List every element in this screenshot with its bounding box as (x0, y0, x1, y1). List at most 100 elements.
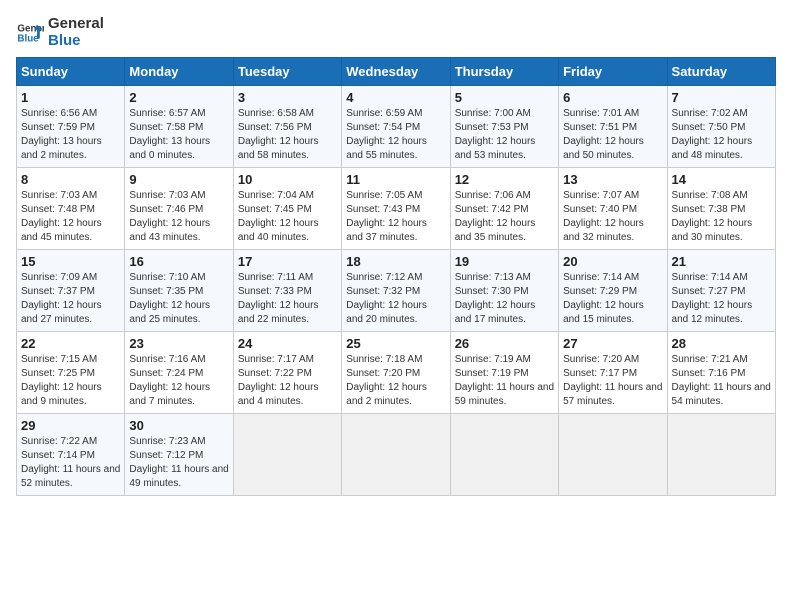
calendar-day-22: 22 Sunrise: 7:15 AMSunset: 7:25 PMDayligh… (17, 332, 125, 414)
calendar-day-19: 19 Sunrise: 7:13 AMSunset: 7:30 PMDayligh… (450, 250, 558, 332)
day-info: Sunrise: 6:59 AMSunset: 7:54 PMDaylight:… (346, 107, 445, 163)
day-number: 27 (563, 336, 662, 351)
calendar-week-3: 15Sunrise: 7:09 AMSunset: 7:37 PMDayligh… (17, 250, 776, 332)
day-number: 5 (455, 90, 554, 105)
calendar-day-30: 30 Sunrise: 7:23 AMSunset: 7:12 PMDayligh… (125, 414, 233, 496)
calendar-day-24: 24 Sunrise: 7:17 AMSunset: 7:22 PMDayligh… (233, 332, 341, 414)
calendar-day-8: 8 Sunrise: 7:03 AMSunset: 7:48 PMDaylight… (17, 168, 125, 250)
weekday-header-friday: Friday (559, 58, 667, 86)
calendar-day-12: 12 Sunrise: 7:06 AMSunset: 7:42 PMDayligh… (450, 168, 558, 250)
day-number: 3 (238, 90, 337, 105)
day-number: 28 (672, 336, 771, 351)
day-info: Sunrise: 7:16 AMSunset: 7:24 PMDaylight:… (129, 353, 228, 409)
calendar-day-23: 23Sunrise: 7:16 AMSunset: 7:24 PMDayligh… (125, 332, 233, 414)
day-number: 7 (672, 90, 771, 105)
day-info: Sunrise: 7:10 AMSunset: 7:35 PMDaylight:… (129, 271, 228, 327)
day-number: 2 (129, 90, 228, 105)
calendar-empty-cell (342, 414, 450, 496)
day-info: Sunrise: 7:13 AMSunset: 7:30 PMDaylight:… (455, 271, 554, 327)
calendar-empty-cell (233, 414, 341, 496)
calendar-day-9: 9 Sunrise: 7:03 AMSunset: 7:46 PMDaylight… (125, 168, 233, 250)
day-number: 1 (21, 90, 120, 105)
calendar-day-18: 18Sunrise: 7:12 AMSunset: 7:32 PMDayligh… (342, 250, 450, 332)
day-number: 18 (346, 254, 445, 269)
calendar-day-28: 28 Sunrise: 7:21 AMSunset: 7:16 PMDayligh… (667, 332, 775, 414)
day-info: Sunrise: 7:09 AMSunset: 7:37 PMDaylight:… (21, 271, 120, 327)
calendar-empty-cell (450, 414, 558, 496)
day-number: 24 (238, 336, 337, 351)
day-info: Sunrise: 7:02 AMSunset: 7:50 PMDaylight:… (672, 107, 771, 163)
day-info: Sunrise: 7:03 AMSunset: 7:46 PMDaylight:… (129, 189, 228, 245)
calendar-day-13: 13Sunrise: 7:07 AMSunset: 7:40 PMDayligh… (559, 168, 667, 250)
day-number: 12 (455, 172, 554, 187)
day-info: Sunrise: 7:11 AMSunset: 7:33 PMDaylight:… (238, 271, 337, 327)
logo-icon: General Blue (16, 19, 44, 47)
day-info: Sunrise: 7:00 AMSunset: 7:53 PMDaylight:… (455, 107, 554, 163)
calendar-day-2: 2 Sunrise: 6:57 AMSunset: 7:58 PMDaylight… (125, 86, 233, 168)
calendar-day-6: 6Sunrise: 7:01 AMSunset: 7:51 PMDaylight… (559, 86, 667, 168)
calendar-empty-cell (667, 414, 775, 496)
day-info: Sunrise: 7:08 AMSunset: 7:38 PMDaylight:… (672, 189, 771, 245)
day-number: 29 (21, 418, 120, 433)
weekday-header-sunday: Sunday (17, 58, 125, 86)
day-number: 22 (21, 336, 120, 351)
day-info: Sunrise: 7:15 AMSunset: 7:25 PMDaylight:… (21, 353, 120, 409)
day-info: Sunrise: 7:20 AMSunset: 7:17 PMDaylight:… (563, 353, 662, 409)
calendar-day-17: 17Sunrise: 7:11 AMSunset: 7:33 PMDayligh… (233, 250, 341, 332)
day-info: Sunrise: 6:56 AMSunset: 7:59 PMDaylight:… (21, 107, 120, 163)
day-info: Sunrise: 7:21 AMSunset: 7:16 PMDaylight:… (672, 353, 771, 409)
day-info: Sunrise: 7:03 AMSunset: 7:48 PMDaylight:… (21, 189, 120, 245)
day-number: 4 (346, 90, 445, 105)
calendar-day-1: 1 Sunrise: 6:56 AMSunset: 7:59 PMDaylight… (17, 86, 125, 168)
day-info: Sunrise: 7:19 AMSunset: 7:19 PMDaylight:… (455, 353, 554, 409)
day-number: 25 (346, 336, 445, 351)
day-info: Sunrise: 7:05 AMSunset: 7:43 PMDaylight:… (346, 189, 445, 245)
calendar-day-15: 15Sunrise: 7:09 AMSunset: 7:37 PMDayligh… (17, 250, 125, 332)
weekday-header-row: SundayMondayTuesdayWednesdayThursdayFrid… (17, 58, 776, 86)
calendar-day-14: 14Sunrise: 7:08 AMSunset: 7:38 PMDayligh… (667, 168, 775, 250)
calendar-day-29: 29Sunrise: 7:22 AMSunset: 7:14 PMDayligh… (17, 414, 125, 496)
day-number: 16 (129, 254, 228, 269)
logo-general: General (48, 16, 104, 33)
day-info: Sunrise: 7:07 AMSunset: 7:40 PMDaylight:… (563, 189, 662, 245)
weekday-header-thursday: Thursday (450, 58, 558, 86)
calendar-day-21: 21Sunrise: 7:14 AMSunset: 7:27 PMDayligh… (667, 250, 775, 332)
calendar-day-25: 25 Sunrise: 7:18 AMSunset: 7:20 PMDayligh… (342, 332, 450, 414)
calendar-day-4: 4 Sunrise: 6:59 AMSunset: 7:54 PMDaylight… (342, 86, 450, 168)
day-number: 6 (563, 90, 662, 105)
calendar-day-3: 3Sunrise: 6:58 AMSunset: 7:56 PMDaylight… (233, 86, 341, 168)
day-number: 9 (129, 172, 228, 187)
day-info: Sunrise: 6:57 AMSunset: 7:58 PMDaylight:… (129, 107, 228, 163)
day-number: 26 (455, 336, 554, 351)
weekday-header-tuesday: Tuesday (233, 58, 341, 86)
day-info: Sunrise: 7:14 AMSunset: 7:29 PMDaylight:… (563, 271, 662, 327)
weekday-header-monday: Monday (125, 58, 233, 86)
calendar-day-10: 10 Sunrise: 7:04 AMSunset: 7:45 PMDayligh… (233, 168, 341, 250)
day-number: 8 (21, 172, 120, 187)
calendar-table: SundayMondayTuesdayWednesdayThursdayFrid… (16, 57, 776, 496)
weekday-header-saturday: Saturday (667, 58, 775, 86)
day-number: 21 (672, 254, 771, 269)
calendar-day-5: 5 Sunrise: 7:00 AMSunset: 7:53 PMDaylight… (450, 86, 558, 168)
calendar-day-7: 7 Sunrise: 7:02 AMSunset: 7:50 PMDaylight… (667, 86, 775, 168)
calendar-day-27: 27 Sunrise: 7:20 AMSunset: 7:17 PMDayligh… (559, 332, 667, 414)
day-number: 20 (563, 254, 662, 269)
day-info: Sunrise: 7:06 AMSunset: 7:42 PMDaylight:… (455, 189, 554, 245)
calendar-day-11: 11 Sunrise: 7:05 AMSunset: 7:43 PMDayligh… (342, 168, 450, 250)
calendar-week-1: 1 Sunrise: 6:56 AMSunset: 7:59 PMDaylight… (17, 86, 776, 168)
calendar-day-20: 20 Sunrise: 7:14 AMSunset: 7:29 PMDayligh… (559, 250, 667, 332)
day-number: 10 (238, 172, 337, 187)
day-number: 30 (129, 418, 228, 433)
day-info: Sunrise: 7:17 AMSunset: 7:22 PMDaylight:… (238, 353, 337, 409)
day-info: Sunrise: 7:18 AMSunset: 7:20 PMDaylight:… (346, 353, 445, 409)
weekday-header-wednesday: Wednesday (342, 58, 450, 86)
day-info: Sunrise: 7:23 AMSunset: 7:12 PMDaylight:… (129, 435, 228, 491)
day-number: 11 (346, 172, 445, 187)
calendar-empty-cell (559, 414, 667, 496)
calendar-week-2: 8 Sunrise: 7:03 AMSunset: 7:48 PMDaylight… (17, 168, 776, 250)
calendar-day-26: 26 Sunrise: 7:19 AMSunset: 7:19 PMDayligh… (450, 332, 558, 414)
day-info: Sunrise: 7:04 AMSunset: 7:45 PMDaylight:… (238, 189, 337, 245)
calendar-week-5: 29Sunrise: 7:22 AMSunset: 7:14 PMDayligh… (17, 414, 776, 496)
logo-blue: Blue (48, 33, 104, 50)
day-number: 19 (455, 254, 554, 269)
